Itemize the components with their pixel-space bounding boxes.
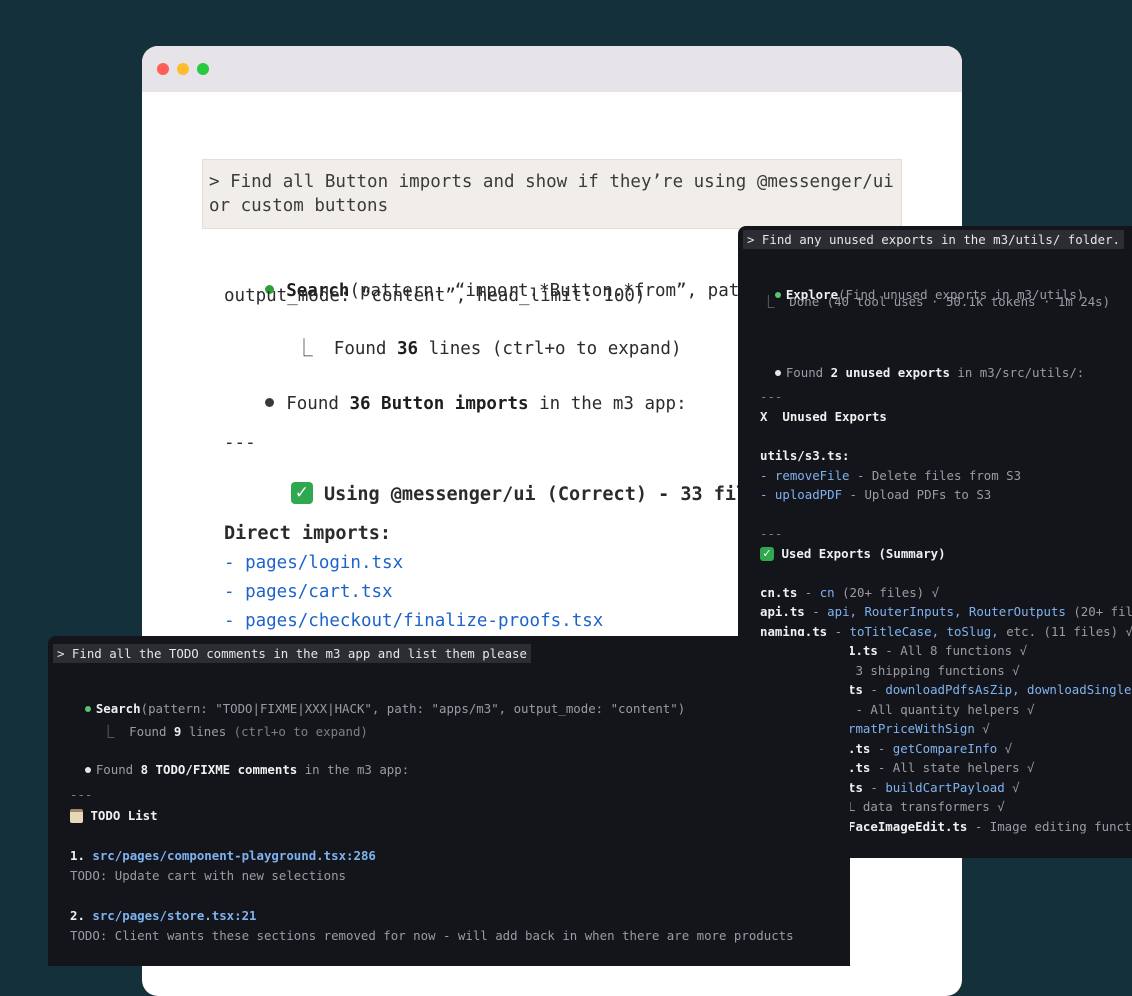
file-item: - pages/login.tsx xyxy=(224,553,404,573)
search-result: ⎿ Found 36 lines (ctrl+o to expand) xyxy=(295,339,682,359)
used-item: 3 shipping functions √ xyxy=(848,663,1020,678)
used-item: FaceImageEdit.ts - Image editing functio xyxy=(848,819,1132,834)
separator: --- xyxy=(760,526,783,541)
bullet-icon xyxy=(774,369,781,376)
summary-line: Found 36 Button imports in the m3 app: xyxy=(202,374,687,434)
unused-item: - uploadPDF - Upload PDFs to S3 xyxy=(760,487,992,502)
todo-item-path: 2. src/pages/store.tsx:21 xyxy=(70,908,257,923)
unused-heading: X Unused Exports xyxy=(760,409,887,424)
todo-item-path: 1. src/pages/component-playground.tsx:28… xyxy=(70,848,376,863)
maximize-window-button[interactable] xyxy=(197,63,209,75)
separator: --- xyxy=(224,433,256,453)
close-window-button[interactable] xyxy=(157,63,169,75)
explore-result: ⎿ Done (40 tool uses · 50.1k tokens · 1m… xyxy=(762,294,1111,309)
light-transcript: > Find all Button imports and show if th… xyxy=(202,159,942,631)
todo-item-text: TODO: Update cart with new selections xyxy=(70,868,347,883)
used-item: cn.ts - cn (20+ files) √ xyxy=(760,585,940,600)
todo-list-heading: TODO List xyxy=(70,808,158,824)
separator: --- xyxy=(70,787,93,802)
check-icon: ✓ xyxy=(760,546,774,561)
used-item: 1.ts - All 8 functions √ xyxy=(848,643,1028,658)
file-link[interactable]: pages/cart.tsx xyxy=(245,582,393,602)
s3-heading: utils/s3.ts: xyxy=(760,448,850,463)
separator: --- xyxy=(760,389,783,404)
bullet-icon xyxy=(265,397,275,407)
user-prompt: > Find all Button imports and show if th… xyxy=(202,159,902,229)
file-link[interactable]: pages/checkout/finalize-proofs.tsx xyxy=(245,611,603,631)
unused-item: - removeFile - Delete files from S3 xyxy=(760,468,1022,483)
terminal-prompt: > Find all the TODO comments in the m3 a… xyxy=(53,644,531,663)
file-item: - pages/checkout/finalize-proofs.tsx xyxy=(224,611,604,631)
window-titlebar xyxy=(142,46,962,92)
file-item: - pages/cart.tsx xyxy=(224,582,393,602)
used-heading: ✓ Used Exports (Summary) xyxy=(760,546,946,562)
search-args-cont: output_mode: “content”, head_limit: 100) xyxy=(224,286,646,306)
used-item: L data transformers √ xyxy=(848,799,1005,814)
used-item: ts - buildCartPayload √ xyxy=(848,780,1020,795)
used-item: .ts - All state helpers √ xyxy=(848,760,1035,775)
file-link[interactable]: pages/login.tsx xyxy=(245,553,403,573)
used-item: - All quantity helpers √ xyxy=(848,702,1035,717)
used-item: ts - downloadPdfsAsZip, downloadSingleP xyxy=(848,682,1132,697)
clipboard-icon xyxy=(70,808,83,823)
using-heading: ✓ Using @messenger/ui (Correct) - 33 fil… xyxy=(224,463,770,527)
todo-terminal: > Find all the TODO comments in the m3 a… xyxy=(48,636,850,966)
summary-line: Found 8 TODO/FIXME comments in the m3 ap… xyxy=(55,747,409,792)
used-item: rmatPriceWithSign √ xyxy=(848,721,990,736)
terminal-prompt: > Find any unused exports in the m3/util… xyxy=(743,230,1124,249)
todo-item-text: TODO: Client wants these sections remove… xyxy=(70,928,794,943)
direct-imports-heading: Direct imports: xyxy=(224,523,392,544)
minimize-window-button[interactable] xyxy=(177,63,189,75)
used-item: api.ts - api, RouterInputs, RouterOutput… xyxy=(760,604,1132,619)
bullet-icon xyxy=(84,766,91,773)
used-item: .ts - getCompareInfo √ xyxy=(848,741,1013,756)
check-icon: ✓ xyxy=(290,482,313,504)
found-line: Found 2 unused exports in m3/src/utils/: xyxy=(745,350,1084,395)
